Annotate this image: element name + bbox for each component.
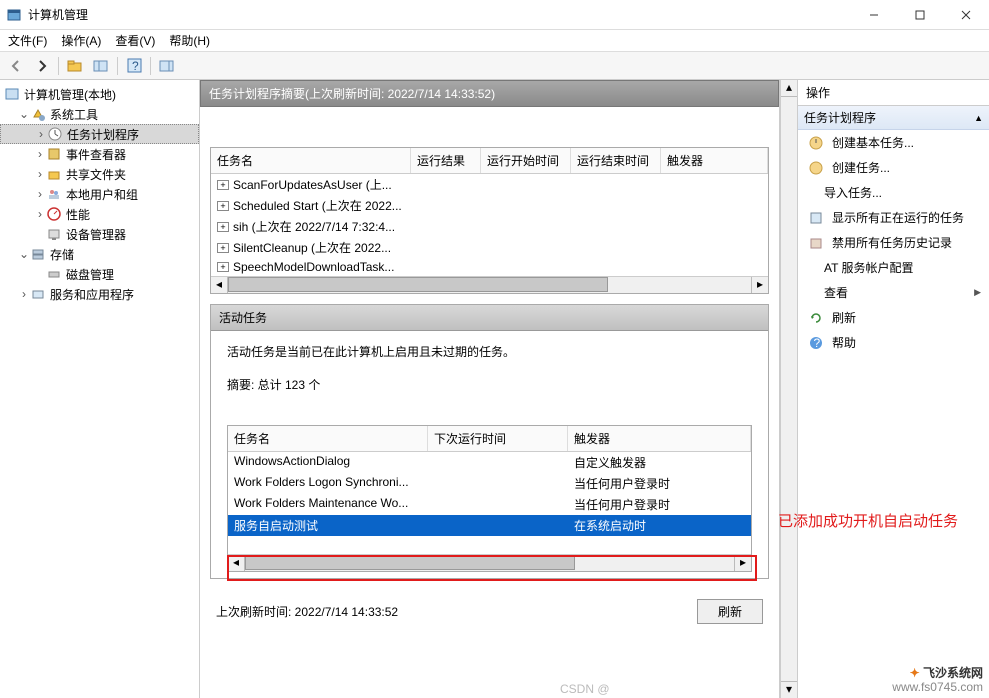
table-row[interactable]: WindowsActionDialog自定义触发器: [228, 452, 751, 473]
nav-back-button[interactable]: [4, 55, 28, 77]
scrollbar-vertical[interactable]: ▴▾: [780, 80, 797, 698]
footer-row: 上次刷新时间: 2022/7/14 14:33:52 刷新: [200, 589, 779, 634]
active-tasks-list[interactable]: 任务名 下次运行时间 触发器 WindowsActionDialog自定义触发器…: [227, 425, 752, 572]
annotation-text: 已添加成功开机自启动任务: [778, 510, 958, 531]
maximize-button[interactable]: [897, 0, 943, 30]
tree-label: 性能: [66, 206, 90, 223]
action-refresh[interactable]: 刷新: [798, 305, 989, 330]
action-at-service[interactable]: AT 服务帐户配置: [798, 255, 989, 280]
tree-services-apps[interactable]: ›服务和应用程序: [0, 284, 199, 304]
csdn-watermark: CSDN @: [560, 682, 610, 696]
toolbar-preview-button[interactable]: [155, 55, 179, 77]
tree-task-scheduler[interactable]: ›任务计划程序: [0, 124, 199, 144]
tree-shared-folders[interactable]: ›共享文件夹: [0, 164, 199, 184]
tree-root-label: 计算机管理(本地): [24, 86, 116, 103]
table-row[interactable]: 服务自启动测试在系统启动时: [228, 515, 751, 536]
recent-tasks-columns: 任务名 运行结果 运行开始时间 运行结束时间 触发器: [211, 148, 768, 174]
svg-text:?: ?: [132, 59, 139, 73]
close-button[interactable]: [943, 0, 989, 30]
action-help[interactable]: ?帮助: [798, 330, 989, 355]
table-row[interactable]: Work Folders Logon Synchroni...当任何用户登录时: [228, 473, 751, 494]
tree-label: 服务和应用程序: [50, 286, 134, 303]
tree-storage[interactable]: ⌄存储: [0, 244, 199, 264]
tree-root[interactable]: 计算机管理(本地): [0, 84, 199, 104]
list-item[interactable]: +SpeechModelDownloadTask...: [211, 258, 768, 276]
toolbar-panel-button[interactable]: [89, 55, 113, 77]
recent-tasks-list[interactable]: 任务名 运行结果 运行开始时间 运行结束时间 触发器 +ScanForUpdat…: [210, 147, 769, 294]
action-disable-history[interactable]: 禁用所有任务历史记录: [798, 230, 989, 255]
tree-label: 存储: [50, 246, 74, 263]
active-tasks-header[interactable]: 活动任务: [211, 305, 768, 331]
app-icon: [6, 7, 22, 23]
tree-local-users[interactable]: ›本地用户和组: [0, 184, 199, 204]
annotation-box: [227, 555, 757, 581]
title-bar: 计算机管理: [0, 0, 989, 30]
list-item[interactable]: +Scheduled Start (上次在 2022...: [211, 195, 768, 216]
list-item[interactable]: +sih (上次在 2022/7/14 7:32:4...: [211, 216, 768, 237]
action-show-running[interactable]: 显示所有正在运行的任务: [798, 205, 989, 230]
refresh-button[interactable]: 刷新: [697, 599, 763, 624]
tree-performance[interactable]: ›性能: [0, 204, 199, 224]
tree-system-tools[interactable]: ⌄系统工具: [0, 104, 199, 124]
list-item[interactable]: +ScanForUpdatesAsUser (上...: [211, 174, 768, 195]
site-watermark: ✦ 飞沙系统网 www.fs0745.com: [892, 666, 983, 694]
tree-label: 磁盘管理: [66, 266, 114, 283]
menu-file[interactable]: 文件(F): [8, 32, 47, 49]
tree-event-viewer[interactable]: ›事件查看器: [0, 144, 199, 164]
active-tasks-section: 活动任务 活动任务是当前已在此计算机上启用且未过期的任务。 摘要: 总计 123…: [210, 304, 769, 579]
tree-label: 事件查看器: [66, 146, 126, 163]
tree-label: 本地用户和组: [66, 186, 138, 203]
last-refresh-label: 上次刷新时间: 2022/7/14 14:33:52: [216, 603, 398, 620]
menu-help[interactable]: 帮助(H): [169, 32, 210, 49]
menu-bar: 文件(F) 操作(A) 查看(V) 帮助(H): [0, 30, 989, 52]
tree-label: 共享文件夹: [66, 166, 126, 183]
action-view[interactable]: 查看▶: [798, 280, 989, 305]
window-title: 计算机管理: [28, 6, 851, 23]
action-create-task[interactable]: 创建任务...: [798, 155, 989, 180]
summary-header: 任务计划程序摘要(上次刷新时间: 2022/7/14 14:33:52): [200, 80, 779, 107]
active-tasks-columns: 任务名 下次运行时间 触发器: [228, 426, 751, 452]
tree-device-manager[interactable]: 设备管理器: [0, 224, 199, 244]
action-create-basic-task[interactable]: 创建基本任务...: [798, 130, 989, 155]
menu-view[interactable]: 查看(V): [115, 32, 155, 49]
active-tasks-description: 活动任务是当前已在此计算机上启用且未过期的任务。: [227, 343, 752, 360]
tree-disk-management[interactable]: 磁盘管理: [0, 264, 199, 284]
tree-label: 任务计划程序: [67, 126, 139, 143]
nav-forward-button[interactable]: [30, 55, 54, 77]
tree-label: 设备管理器: [66, 226, 126, 243]
list-item[interactable]: +SilentCleanup (上次在 2022...: [211, 237, 768, 258]
actions-pane: 操作 任务计划程序▲ 创建基本任务... 创建任务... 导入任务... 显示所…: [797, 80, 989, 698]
toolbar-folder-button[interactable]: [63, 55, 87, 77]
action-import-task[interactable]: 导入任务...: [798, 180, 989, 205]
minimize-button[interactable]: [851, 0, 897, 30]
table-row[interactable]: Work Folders Maintenance Wo...当任何用户登录时: [228, 494, 751, 515]
active-tasks-summary: 摘要: 总计 123 个: [227, 376, 752, 393]
toolbar-help-button[interactable]: ?: [122, 55, 146, 77]
tree-label: 系统工具: [50, 106, 98, 123]
navigation-tree[interactable]: 计算机管理(本地) ⌄系统工具 ›任务计划程序 ›事件查看器 ›共享文件夹 ›本…: [0, 80, 200, 698]
svg-text:?: ?: [814, 336, 821, 350]
scrollbar-horizontal[interactable]: ◂▸: [211, 276, 768, 293]
actions-title: 操作: [798, 80, 989, 106]
toolbar: ?: [0, 52, 989, 80]
actions-group-header[interactable]: 任务计划程序▲: [798, 106, 989, 130]
content-pane: 任务计划程序摘要(上次刷新时间: 2022/7/14 14:33:52) 任务名…: [200, 80, 797, 698]
menu-action[interactable]: 操作(A): [61, 32, 101, 49]
